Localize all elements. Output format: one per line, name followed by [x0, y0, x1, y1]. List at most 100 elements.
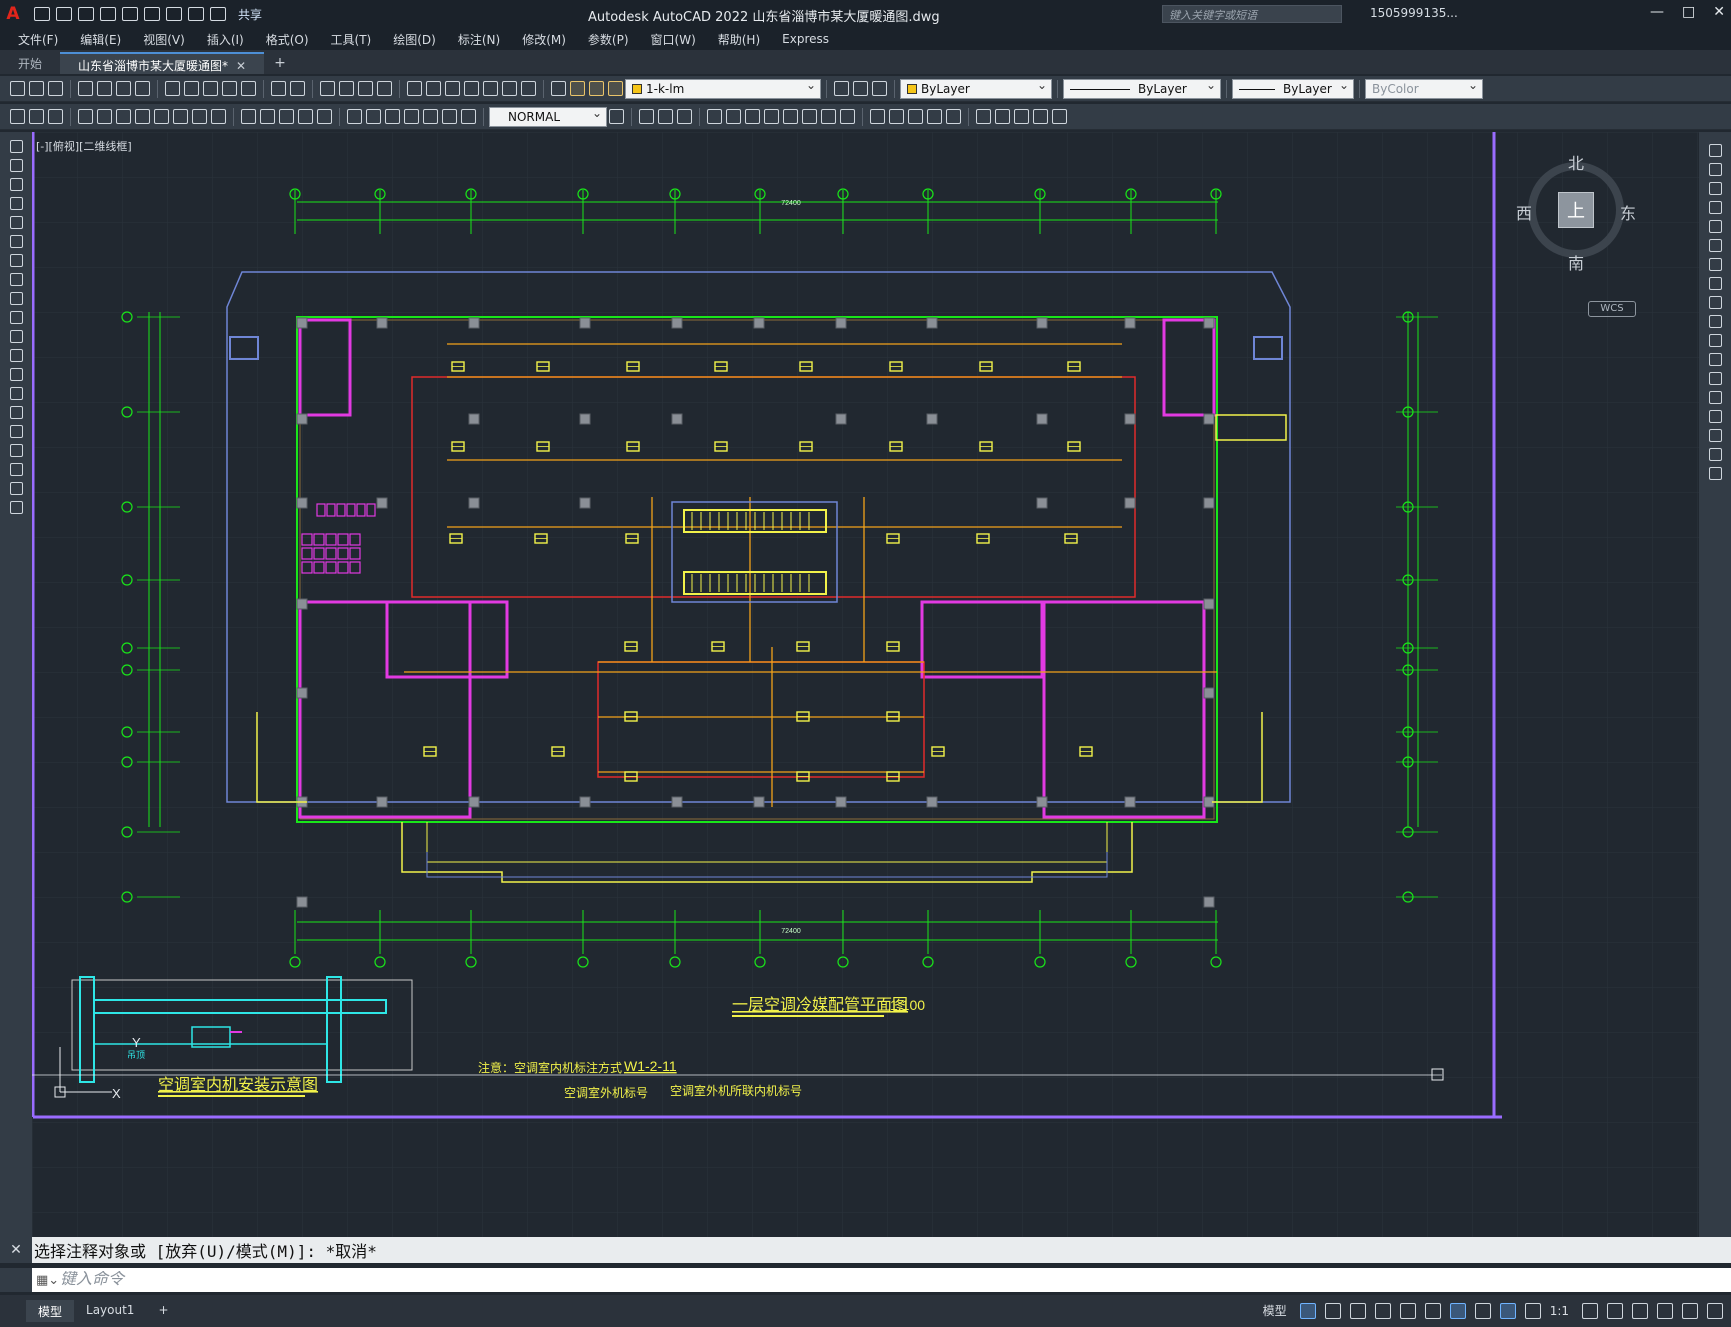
- compass-north[interactable]: 北: [1568, 150, 1584, 174]
- angular-dim-icon[interactable]: [211, 109, 226, 124]
- draworder-icon[interactable]: [946, 109, 961, 124]
- block-editor-icon[interactable]: [241, 81, 256, 96]
- menu-file[interactable]: 文件(F): [18, 31, 58, 48]
- open-from-web-icon[interactable]: [122, 7, 138, 21]
- align-icon[interactable]: [1014, 109, 1029, 124]
- drawing-canvas[interactable]: 一层空调冷媒配管平面图 1:100 空调室内机安装示意图 注意：空调室内机标注方…: [32, 132, 1699, 1237]
- tab-drawing[interactable]: 山东省淄博市某大厦暖通图* ✕: [60, 52, 265, 74]
- menu-format[interactable]: 格式(O): [266, 31, 309, 48]
- tolerance-icon[interactable]: [347, 109, 362, 124]
- viewcube[interactable]: 上 北 南 东 西: [1516, 150, 1636, 273]
- extend-icon[interactable]: [1708, 334, 1722, 347]
- model-space-button[interactable]: 模型: [1263, 1302, 1287, 1319]
- quick-properties-icon[interactable]: [1657, 1302, 1673, 1319]
- new-tab-icon[interactable]: +: [264, 52, 296, 74]
- object-snap-icon[interactable]: [1449, 1302, 1466, 1319]
- arc-length-icon[interactable]: [116, 109, 131, 124]
- ortho-mode-icon[interactable]: [1349, 1302, 1366, 1319]
- chamfer-icon[interactable]: [1708, 410, 1722, 423]
- offset-icon[interactable]: [677, 109, 692, 124]
- menu-window[interactable]: 窗口(W): [651, 31, 696, 48]
- properties-icon[interactable]: [407, 81, 422, 96]
- lineweight-icon[interactable]: [1474, 1302, 1491, 1319]
- array-icon[interactable]: [707, 109, 722, 124]
- mirror-icon[interactable]: [658, 109, 673, 124]
- menu-view[interactable]: 视图(V): [143, 31, 185, 48]
- plot-icon[interactable]: [166, 7, 182, 21]
- maximize-icon[interactable]: □: [1682, 4, 1695, 20]
- tab-model[interactable]: 模型: [26, 1300, 75, 1322]
- baseline-dim-icon[interactable]: [260, 109, 275, 124]
- save-to-web-icon[interactable]: [144, 7, 160, 21]
- aligned-dim-icon[interactable]: [97, 109, 112, 124]
- tool-palettes-icon[interactable]: [445, 81, 460, 96]
- move-icon[interactable]: [1708, 239, 1722, 252]
- auto-scale-icon[interactable]: [1524, 1302, 1541, 1319]
- menu-modify[interactable]: 修改(M): [522, 31, 566, 48]
- customization-icon[interactable]: [1707, 1302, 1723, 1319]
- copy-object-icon[interactable]: [639, 109, 654, 124]
- save-icon[interactable]: [48, 81, 63, 96]
- dim-break-icon[interactable]: [317, 109, 332, 124]
- autocad-logo-icon[interactable]: A: [0, 0, 26, 28]
- copy-icon[interactable]: [1708, 163, 1722, 176]
- fillet-icon[interactable]: [889, 109, 904, 124]
- layer-previous-icon[interactable]: [853, 81, 868, 96]
- copy-icon[interactable]: [184, 81, 199, 96]
- jogged-linear-icon[interactable]: [404, 109, 419, 124]
- menu-dimension[interactable]: 标注(N): [458, 31, 500, 48]
- help-search-input[interactable]: 键入关键字或短语: [1162, 5, 1342, 23]
- color-dropdown[interactable]: ByLayer: [900, 78, 1052, 99]
- region-icon[interactable]: [9, 444, 23, 457]
- dim-space-icon[interactable]: [298, 109, 313, 124]
- workspace-switching-icon[interactable]: [1582, 1302, 1598, 1319]
- spline-icon[interactable]: [9, 292, 23, 305]
- paste-icon[interactable]: [203, 81, 218, 96]
- scale-icon[interactable]: [764, 109, 779, 124]
- revision-cloud-icon[interactable]: [9, 273, 23, 286]
- multiline-text-icon[interactable]: [9, 482, 23, 495]
- menu-insert[interactable]: 插入(I): [207, 31, 244, 48]
- grid-display-icon[interactable]: [1299, 1302, 1316, 1319]
- ellipse-arc-icon[interactable]: [9, 330, 23, 343]
- publish-icon[interactable]: [116, 81, 131, 96]
- add-layout-icon[interactable]: +: [146, 1300, 180, 1322]
- menu-express[interactable]: Express: [782, 32, 829, 46]
- calculator-icon[interactable]: [502, 81, 517, 96]
- tab-start[interactable]: 开始: [0, 52, 60, 74]
- pan-icon[interactable]: [320, 81, 335, 96]
- polygon-icon[interactable]: [9, 197, 23, 210]
- break-icon[interactable]: [840, 109, 855, 124]
- sheet-set-icon[interactable]: [464, 81, 479, 96]
- text-style-dropdown[interactable]: NORMAL: [489, 106, 607, 127]
- markup-icon[interactable]: [483, 81, 498, 96]
- rotate-icon[interactable]: [745, 109, 760, 124]
- line-icon[interactable]: [9, 140, 23, 153]
- zoom-window-icon[interactable]: [358, 81, 373, 96]
- make-current-layer-icon[interactable]: [834, 81, 849, 96]
- extend-icon[interactable]: [821, 109, 836, 124]
- fillet-icon[interactable]: [1708, 429, 1722, 442]
- new-file-icon[interactable]: [34, 7, 50, 21]
- erase-icon[interactable]: [1708, 144, 1722, 157]
- object-snap-tracking-icon[interactable]: [1424, 1302, 1441, 1319]
- 3d-print-icon[interactable]: [135, 81, 150, 96]
- clean-screen-icon[interactable]: [1682, 1302, 1698, 1319]
- ellipse-icon[interactable]: [9, 311, 23, 324]
- inspection-icon[interactable]: [385, 109, 400, 124]
- cut-icon[interactable]: [165, 81, 180, 96]
- dim-style-manager-icon[interactable]: [609, 109, 624, 124]
- array-icon[interactable]: [1708, 220, 1722, 233]
- join-icon[interactable]: [927, 109, 942, 124]
- diameter-dim-icon[interactable]: [192, 109, 207, 124]
- minimize-icon[interactable]: —: [1650, 4, 1664, 20]
- redo-icon[interactable]: [290, 81, 305, 96]
- lengthen-icon[interactable]: [1033, 109, 1048, 124]
- layer-states-icon[interactable]: [872, 81, 887, 96]
- rectangle-icon[interactable]: [9, 216, 23, 229]
- trim-icon[interactable]: [1708, 315, 1722, 328]
- circle-icon[interactable]: [9, 254, 23, 267]
- linetype-dropdown[interactable]: ByLayer: [1063, 78, 1221, 99]
- join-icon[interactable]: [1708, 391, 1722, 404]
- new-icon[interactable]: [10, 81, 25, 96]
